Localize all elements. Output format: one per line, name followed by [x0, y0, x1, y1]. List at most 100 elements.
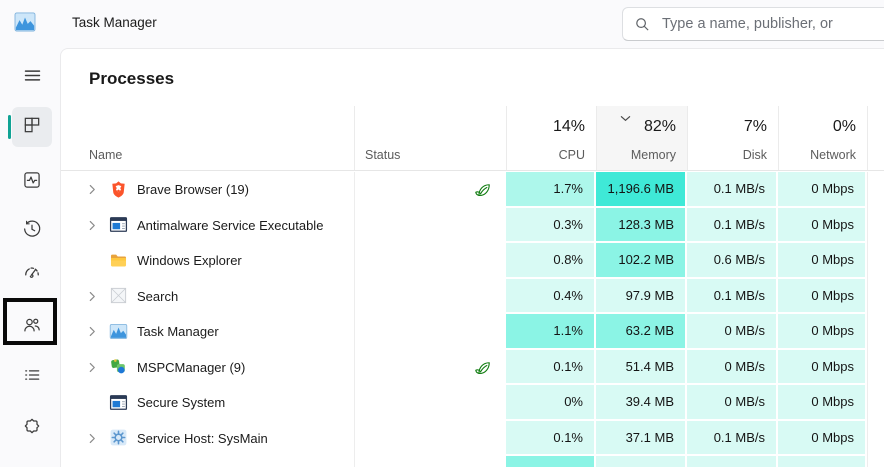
cpu-value: 1.7% [553, 181, 583, 196]
page-title: Processes [89, 69, 174, 89]
expand-chevron-icon[interactable] [89, 220, 100, 231]
cpu-value-cell: 0.1% [506, 350, 596, 386]
process-name-cell: Brave Browser (19) [61, 172, 354, 208]
table-row[interactable]: Windows Explorer0.8%102.2 MB0.6 MB/s0 Mb… [61, 243, 884, 279]
disk-value: 0.1 MB/s [714, 288, 765, 303]
table-row[interactable]: Service Host: SysMain0.1%37.1 MB0.1 MB/s… [61, 421, 884, 457]
memory-value-cell: 63.2 MB [596, 314, 687, 350]
expand-chevron-icon[interactable] [89, 362, 100, 373]
table-row[interactable]: Brave Browser (19)1.7%1,196.6 MB0.1 MB/s… [61, 172, 884, 208]
sidebar-item-details[interactable] [12, 357, 52, 397]
process-name: Search [137, 289, 178, 304]
memory-value-cell: 102.2 MB [596, 243, 687, 279]
network-value: 0 Mbps [811, 430, 854, 445]
cpu-value-cell: 1.1% [506, 314, 596, 350]
column-header-name[interactable]: Name [61, 106, 354, 170]
disk-value: 0.1 MB/s [714, 181, 765, 196]
cpu-value-cell: 0.8% [506, 243, 596, 279]
memory-value: 128.3 MB [618, 217, 674, 232]
taskmanager-icon [109, 322, 129, 342]
main-panel: Processes Name Status 14% CPU 82% Memor [60, 48, 884, 467]
disk-value-cell: 0 MB/s [687, 314, 778, 350]
brave-icon [109, 180, 129, 200]
sort-chevron-down-icon [620, 109, 631, 127]
cpu-value-cell [506, 456, 596, 467]
expand-chevron-icon[interactable] [89, 326, 100, 337]
table-row[interactable] [61, 456, 884, 467]
sidebar-item-processes[interactable] [12, 107, 52, 147]
network-value-cell [778, 456, 867, 467]
search-app-icon [109, 286, 129, 306]
window-title: Task Manager [72, 15, 157, 30]
network-value-cell: 0 Mbps [778, 385, 867, 421]
hamburger-icon [22, 65, 43, 91]
sidebar-item-app-history[interactable] [12, 211, 52, 251]
search-box[interactable] [622, 7, 884, 41]
sidebar-item-users[interactable] [12, 307, 52, 347]
expand-chevron-icon[interactable] [89, 433, 100, 444]
sidebar-item-startup-apps[interactable] [12, 254, 52, 294]
gear-app-icon [109, 428, 129, 448]
memory-value-cell: 37.1 MB [596, 421, 687, 457]
column-header-network[interactable]: 0% Network [778, 106, 867, 170]
mspc-icon [109, 357, 129, 377]
column-header-spacer [867, 106, 884, 170]
sidebar-menu-button[interactable] [12, 58, 52, 98]
network-value-cell: 0 Mbps [778, 421, 867, 457]
process-name: MSPCManager (9) [137, 360, 245, 375]
disk-value-cell: 0 MB/s [687, 385, 778, 421]
app-window-icon [109, 215, 129, 235]
cpu-value: 0% [564, 394, 583, 409]
memory-value-cell: 128.3 MB [596, 208, 687, 244]
table-row[interactable]: Task Manager1.1%63.2 MB0 MB/s0 Mbps [61, 314, 884, 350]
column-header-disk[interactable]: 7% Disk [687, 106, 778, 170]
table-row[interactable]: Search0.4%97.9 MB0.1 MB/s0 Mbps [61, 279, 884, 315]
row-spacer [867, 279, 884, 315]
table-row[interactable]: Antimalware Service Executable0.3%128.3 … [61, 208, 884, 244]
startup-apps-icon [22, 262, 42, 287]
cpu-value: 0.8% [553, 252, 583, 267]
sidebar-item-services[interactable] [12, 408, 52, 448]
status-cell [354, 421, 506, 457]
network-value: 0 Mbps [811, 217, 854, 232]
efficiency-mode-leaf-icon [473, 358, 492, 377]
network-value: 0 Mbps [811, 252, 854, 267]
network-value-cell: 0 Mbps [778, 243, 867, 279]
expand-chevron-icon[interactable] [89, 184, 100, 195]
cpu-value: 0.3% [553, 217, 583, 232]
status-cell [354, 279, 506, 315]
column-header-memory[interactable]: 82% Memory [596, 106, 687, 170]
disk-value: 0 MB/s [725, 323, 765, 338]
row-spacer [867, 243, 884, 279]
cpu-value-cell: 0.1% [506, 421, 596, 457]
column-header-status[interactable]: Status [354, 106, 506, 170]
network-value: 0 Mbps [811, 288, 854, 303]
disk-value-cell: 0 MB/s [687, 350, 778, 386]
sidebar-item-performance[interactable] [12, 162, 52, 202]
row-spacer [867, 314, 884, 350]
row-spacer [867, 456, 884, 467]
search-input[interactable] [662, 16, 862, 32]
table-row[interactable]: MSPCManager (9) 0.1% 51.4 MB 0 MB/s0 Mbps [61, 350, 884, 386]
table-row[interactable]: Secure System0%39.4 MB0 MB/s0 Mbps [61, 385, 884, 421]
task-manager-app-icon [14, 12, 36, 32]
process-rows: Brave Browser (19)1.7%1,196.6 MB0.1 MB/s… [61, 172, 884, 467]
network-value-cell: 0 Mbps [778, 350, 867, 386]
cpu-value: 0.1% [553, 359, 583, 374]
process-name: Secure System [137, 395, 225, 410]
search-icon [635, 17, 650, 32]
status-cell [354, 314, 506, 350]
memory-value: 102.2 MB [618, 252, 674, 267]
cpu-total-percent: 14% [553, 118, 585, 136]
memory-value: 37.1 MB [626, 430, 674, 445]
memory-value-cell: 51.4 MB [596, 350, 687, 386]
status-cell [354, 208, 506, 244]
cpu-value: 0.4% [553, 288, 583, 303]
expand-chevron-icon[interactable] [89, 291, 100, 302]
column-header-cpu[interactable]: 14% CPU [506, 106, 596, 170]
process-name-cell: Search [61, 279, 354, 315]
network-value: 0 Mbps [811, 181, 854, 196]
memory-value: 51.4 MB [626, 359, 674, 374]
disk-value: 0.6 MB/s [714, 252, 765, 267]
cpu-value-cell: 1.7% [506, 172, 596, 208]
